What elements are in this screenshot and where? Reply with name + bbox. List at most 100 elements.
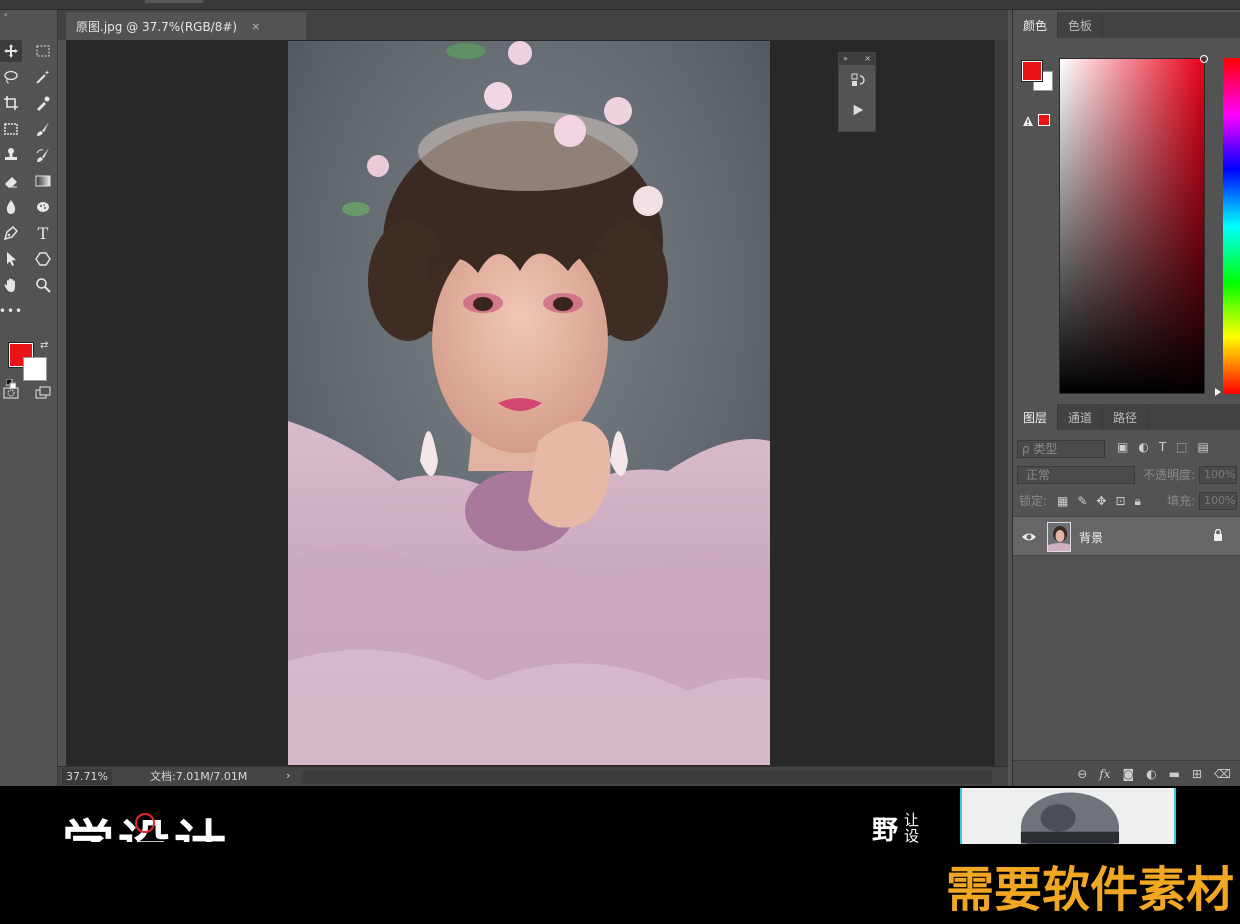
background-color-swatch[interactable]: [23, 357, 47, 381]
lock-artboard-icon[interactable]: ⊡: [1115, 492, 1125, 510]
link-layers-icon[interactable]: ⊖: [1077, 767, 1087, 781]
play-action-icon[interactable]: [839, 95, 877, 125]
color-field[interactable]: [1059, 55, 1208, 394]
new-group-icon[interactable]: ▬: [1169, 767, 1180, 781]
history-brush-tool-icon[interactable]: [32, 144, 54, 166]
tab-channels[interactable]: 通道: [1058, 404, 1104, 430]
tab-paths[interactable]: 路径: [1103, 404, 1149, 430]
status-menu-arrow[interactable]: ›: [286, 768, 290, 784]
adjustment-layer-icon[interactable]: ◐: [1146, 767, 1156, 781]
panel-grip[interactable]: ‹: [4, 11, 52, 19]
fill-label: 填充:: [1167, 494, 1196, 508]
color-field-cursor[interactable]: [1200, 55, 1208, 63]
hue-slider-marker[interactable]: [1215, 388, 1221, 396]
layer-lock-icon: [1213, 528, 1223, 544]
smart-object-filter-icon[interactable]: ▤: [1198, 440, 1209, 454]
collapse-icon[interactable]: »: [843, 53, 848, 65]
history-panel-icon[interactable]: [839, 65, 877, 95]
swap-colors-icon[interactable]: ⇄: [40, 340, 52, 352]
blend-mode-select[interactable]: 正常: [1017, 466, 1135, 484]
quick-mask-icon[interactable]: [0, 382, 22, 404]
document-image[interactable]: [288, 41, 770, 765]
overlay-side-big: 野: [872, 816, 899, 846]
stamp-tool-icon[interactable]: [0, 144, 22, 166]
hue-slider[interactable]: [1223, 58, 1240, 394]
layer-kind-filter[interactable]: ρ 类型: [1017, 440, 1105, 458]
overlay-thumbnail: [960, 788, 1176, 844]
vertical-scrollbar[interactable]: [994, 40, 1008, 766]
document-tab-title: 原图.jpg @ 37.7%(RGB/8#): [76, 19, 238, 34]
pixel-filter-icon[interactable]: ▣: [1117, 440, 1128, 454]
lock-transparent-icon[interactable]: ▦: [1057, 492, 1068, 510]
type-tool-icon[interactable]: T: [32, 222, 54, 244]
close-tab-icon[interactable]: ×: [251, 20, 260, 33]
layers-panel-tabs: 图层 通道 路径: [1013, 404, 1240, 430]
shape-tool-icon[interactable]: [32, 248, 54, 270]
type-filter-icon[interactable]: T: [1159, 440, 1166, 454]
lock-paint-icon[interactable]: ✎: [1077, 492, 1087, 510]
layer-name[interactable]: 背景: [1079, 529, 1103, 546]
video-overlay-band: 学设计 野 让设 需要软件素材: [0, 786, 1240, 924]
sponge-tool-icon[interactable]: [32, 196, 54, 218]
photoshop-window: ‹ T ••• ⇄ 原图.jpg @ 37.7%(RGB/8#) × » × 3…: [0, 0, 1240, 924]
adjustment-filter-icon[interactable]: ◐: [1138, 440, 1148, 454]
overlay-side-small: 让设: [904, 812, 920, 845]
close-panel-icon[interactable]: ×: [864, 53, 871, 65]
lock-all-icon[interactable]: 🔒︎: [1135, 492, 1141, 510]
eraser-tool-icon[interactable]: [0, 170, 22, 192]
brush-tool-icon[interactable]: [32, 118, 54, 140]
screen-mode-icon[interactable]: [32, 382, 54, 404]
blur-tool-icon[interactable]: [0, 196, 22, 218]
document-size-info: 文档:7.01M/7.01M: [150, 770, 248, 783]
path-selection-tool-icon[interactable]: [0, 248, 22, 270]
tab-layers[interactable]: 图层: [1013, 404, 1059, 430]
overlay-red-circle: [135, 813, 155, 833]
gamut-color-swatch[interactable]: [1038, 114, 1050, 126]
crop-tool-icon[interactable]: [0, 92, 22, 114]
more-tools-icon[interactable]: •••: [0, 300, 22, 322]
delete-layer-icon[interactable]: ⌫: [1214, 767, 1231, 781]
zoom-field[interactable]: 37.71%: [62, 769, 112, 785]
mini-panel-header: » ×: [839, 53, 875, 65]
options-bar-edge: [0, 0, 1240, 10]
opacity-label: 不透明度:: [1143, 468, 1196, 482]
lock-icons: ▦ ✎ ✥ ⊡ 🔒︎: [1057, 492, 1141, 510]
layers-footer: ⊖ fx ◙ ◐ ▬ ⊞ ⌫: [1013, 760, 1240, 786]
add-mask-icon[interactable]: ◙: [1122, 767, 1134, 781]
marquee-tool-icon[interactable]: [32, 40, 54, 62]
color-panel-tabs: 颜色 色板: [1013, 12, 1240, 38]
shape-filter-icon[interactable]: ⬚: [1176, 440, 1187, 454]
pen-tool-icon[interactable]: [0, 222, 22, 244]
opacity-input[interactable]: 100%: [1199, 466, 1237, 484]
color-panel-foreground[interactable]: [1021, 60, 1043, 82]
tools-panel: ‹ T ••• ⇄: [0, 10, 58, 786]
gradient-tool-icon[interactable]: [32, 170, 54, 192]
overlay-banner: 需要软件素材: [946, 862, 1235, 918]
magic-wand-tool-icon[interactable]: [32, 66, 54, 88]
tab-color[interactable]: 颜色: [1013, 12, 1059, 38]
lock-position-icon[interactable]: ✥: [1096, 492, 1106, 510]
actions-mini-panel: » ×: [838, 52, 876, 132]
layers-panel: 图层 通道 路径 ρ 类型 ▣ ◐ T ⬚ ▤ 正常 不透明度: 100% 锁定…: [1013, 404, 1240, 786]
move-tool-icon[interactable]: [0, 40, 22, 62]
out-of-gamut-warning-icon[interactable]: [1022, 115, 1034, 127]
visibility-eye-icon[interactable]: [1021, 529, 1037, 545]
layer-style-icon[interactable]: fx: [1099, 767, 1110, 781]
frame-tool-icon[interactable]: [0, 118, 22, 140]
options-bar-field: [145, 0, 203, 3]
layer-thumbnail: [1047, 522, 1071, 552]
eyedropper-tool-icon[interactable]: [32, 92, 54, 114]
horizontal-scrollbar[interactable]: [302, 770, 992, 784]
lock-label: 锁定:: [1019, 494, 1048, 508]
new-layer-icon[interactable]: ⊞: [1192, 767, 1202, 781]
right-panel-dock: 颜色 色板 图层 通道 路径 ρ 类型 ▣ ◐ T ⬚ ▤ 正常 不透明度: 1…: [1012, 10, 1240, 786]
document-tab-bar: 原图.jpg @ 37.7%(RGB/8#) ×: [58, 10, 1008, 40]
tab-swatches[interactable]: 色板: [1058, 12, 1104, 38]
layer-row[interactable]: 背景: [1013, 516, 1240, 556]
hand-tool-icon[interactable]: [0, 274, 22, 296]
document-tab[interactable]: 原图.jpg @ 37.7%(RGB/8#) ×: [66, 12, 306, 40]
lasso-tool-icon[interactable]: [0, 66, 22, 88]
status-bar: 37.71% 文档:7.01M/7.01M ›: [58, 766, 1008, 786]
fill-input[interactable]: 100%: [1199, 492, 1237, 510]
zoom-tool-icon[interactable]: [32, 274, 54, 296]
